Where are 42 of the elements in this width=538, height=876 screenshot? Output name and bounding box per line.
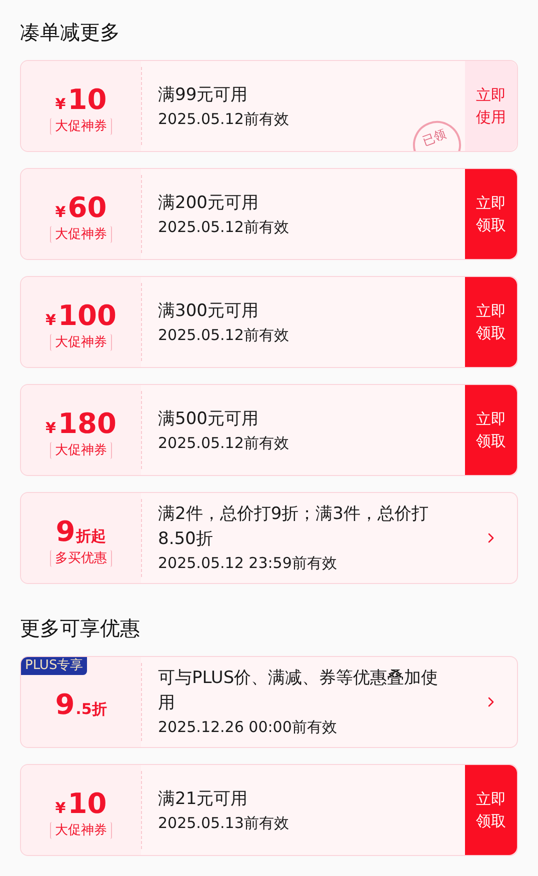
coupon-condition: 满500元可用 [158,408,260,430]
coupon-tag: 大促神券 [50,118,112,134]
claim-button[interactable]: 立即领取 [465,277,517,367]
coupon-value: 180 [58,408,116,440]
currency-symbol: ¥ [46,310,56,330]
coupon-tag: 大促神券 [50,442,112,458]
claim-button[interactable]: 立即领取 [465,385,517,475]
currency-symbol: ¥ [55,94,66,114]
value-unit: 折起 [76,526,106,546]
value-unit: .5折 [76,699,107,720]
coupon-condition: 可与PLUS价、满减、券等优惠叠加使用 [158,667,440,715]
coupon-value: 10 [68,84,107,116]
coupon-tag: 大促神券 [50,822,112,838]
coupon-tag: 多买优惠 [50,550,112,566]
currency-symbol: ¥ [55,798,66,818]
expiry-date: 2025.05.12 23:59前有效 [158,553,338,574]
currency-symbol: ¥ [55,202,66,222]
coupon-condition: 满300元可用 [158,300,260,322]
coupon-condition: 满99元可用 [158,84,249,106]
expiry-date: 2025.05.12前有效 [158,108,290,130]
claim-button[interactable]: 立即领取 [465,765,517,855]
plus-badge: PLUS专享 [21,657,88,675]
coupon-condition: 满200元可用 [158,192,260,214]
coupon-value: 10 [68,788,107,820]
expiry-date: 2025.12.26 00:00前有效 [158,717,338,738]
coupon-tag: 大促神券 [50,226,112,242]
expiry-date: 2025.05.13前有效 [158,812,290,834]
coupon-value: 9 [56,516,76,548]
coupon-value: 60 [68,192,107,224]
expiry-date: 2025.05.12前有效 [158,432,290,454]
claim-button[interactable]: 立即使用 [465,61,517,151]
currency-symbol: ¥ [46,418,56,438]
coupon-value: 100 [58,300,116,332]
coupon-tag: 大促神券 [50,334,112,350]
claim-button[interactable]: 立即领取 [465,169,517,259]
section-title: 更多可享优惠 [20,615,141,642]
coupon-value: 9 [55,689,75,721]
expiry-date: 2025.05.12前有效 [158,216,290,238]
expiry-date: 2025.05.12前有效 [158,324,290,346]
section-title: 凑单减更多 [20,19,121,46]
coupon-condition: 满21元可用 [158,788,249,810]
coupon-condition: 满2件，总价打9折；满3件，总价打8.50折 [158,503,430,551]
